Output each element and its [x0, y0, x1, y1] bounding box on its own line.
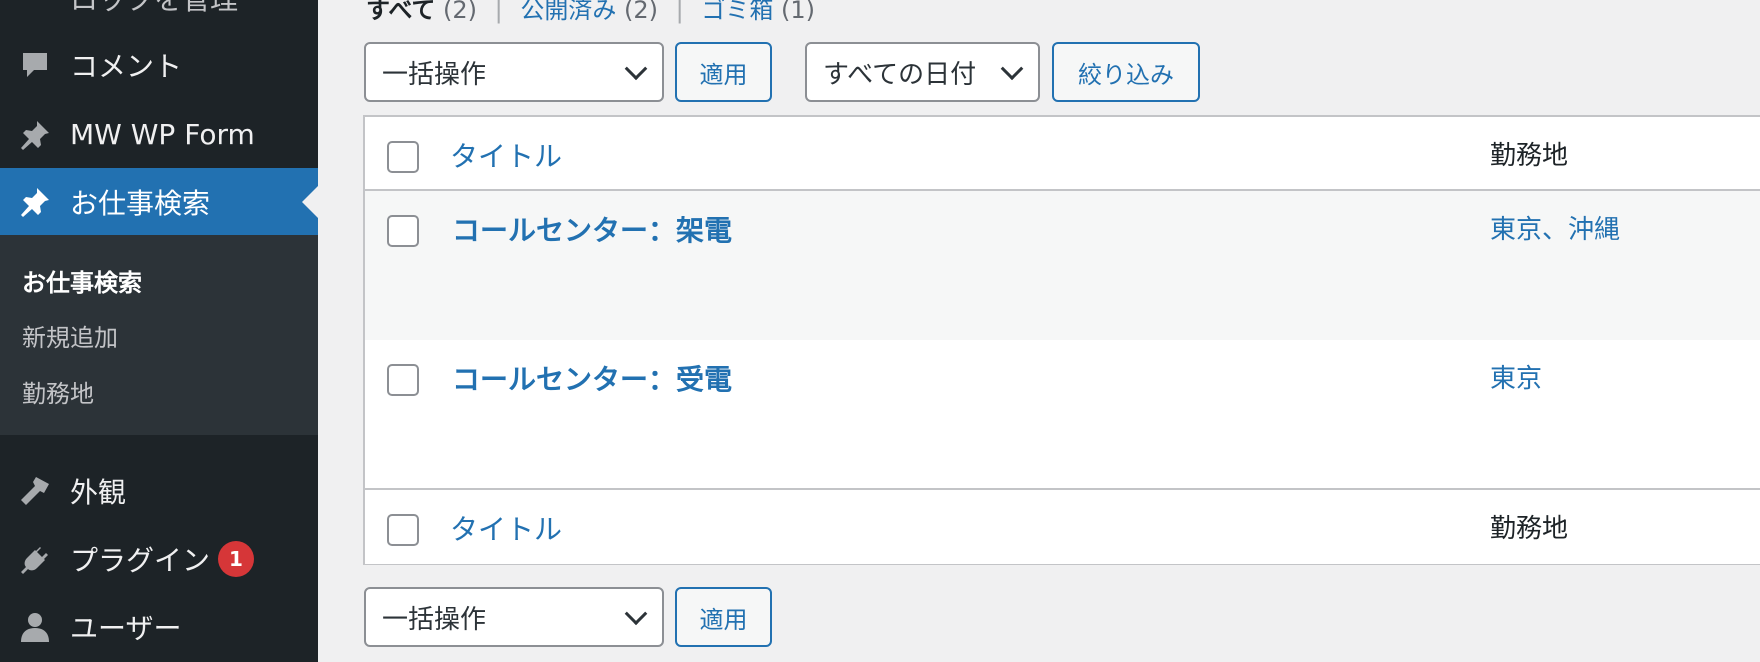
paintbrush-icon [21, 476, 49, 505]
table-row: コールセンター：架電 東京、沖縄 [365, 191, 1760, 340]
bulk-action-select-bottom[interactable]: 一括操作 [364, 587, 664, 647]
submenu: お仕事検索 新規追加 勤務地 [0, 235, 318, 435]
menu-item-label: ロックを管理 [70, 0, 238, 18]
date-filter-select[interactable]: すべての日付 [805, 42, 1040, 102]
submenu-item-add-new[interactable]: 新規追加 [22, 318, 118, 353]
pin-icon [21, 187, 49, 217]
row-title-link[interactable]: コールセンター：架電 [452, 209, 732, 249]
location-link[interactable]: 東京 [1490, 215, 1542, 245]
chevron-down-icon [1000, 57, 1024, 81]
user-icon [21, 612, 49, 642]
main-content: すべて (2) | 公開済み (2) | ゴミ箱 (1) 一括操作 適用 すべて… [318, 0, 1760, 662]
view-all[interactable]: すべて [366, 0, 435, 24]
pin-icon [21, 120, 49, 150]
view-trash-count: (1) [781, 0, 816, 24]
row-title-link[interactable]: コールセンター：受電 [452, 358, 732, 398]
menu-item-job-search[interactable]: お仕事検索 [0, 168, 318, 235]
table-header: タイトル 勤務地 [365, 117, 1760, 191]
column-footer-title[interactable]: タイトル [450, 508, 562, 548]
table-row: コールセンター：受電 東京 [365, 340, 1760, 490]
view-separator: | [675, 0, 684, 24]
location-separator: 、 [1542, 215, 1569, 245]
bulk-action-select[interactable]: 一括操作 [364, 42, 664, 102]
menu-item-label: プラグイン [70, 543, 211, 577]
bulk-action-value: 一括操作 [382, 604, 487, 635]
location-cell: 東京、沖縄 [1490, 209, 1620, 246]
menu-item-label: MW WP Form [70, 118, 255, 151]
column-header-location: 勤務地 [1490, 141, 1569, 171]
select-all-checkbox[interactable] [387, 141, 419, 173]
column-footer-location: 勤務地 [1490, 514, 1569, 544]
row-checkbox[interactable] [387, 215, 419, 247]
menu-item-manage-locks[interactable]: ロックを管理 [0, 0, 318, 18]
view-published-count: (2) [624, 0, 659, 24]
comment-icon [23, 52, 47, 77]
status-views: すべて (2) | 公開済み (2) | ゴミ箱 (1) [366, 0, 815, 25]
menu-item-users[interactable]: ユーザー [0, 593, 318, 660]
chevron-down-icon [624, 57, 648, 81]
submenu-item-job-search[interactable]: お仕事検索 [22, 263, 142, 298]
view-trash[interactable]: ゴミ箱 [701, 0, 773, 24]
row-checkbox[interactable] [387, 364, 419, 396]
table-footer: タイトル 勤務地 [365, 490, 1760, 564]
chevron-down-icon [624, 602, 648, 626]
bulk-action-value: 一括操作 [382, 59, 487, 90]
location-link[interactable]: 沖縄 [1568, 215, 1620, 245]
date-filter-value: すべての日付 [823, 59, 977, 90]
view-separator: | [494, 0, 503, 24]
menu-item-label: ユーザー [70, 611, 182, 645]
location-link[interactable]: 東京 [1490, 364, 1542, 394]
filter-button[interactable]: 絞り込み [1052, 42, 1200, 102]
plugin-icon [21, 545, 48, 574]
location-cell: 東京 [1490, 358, 1542, 395]
menu-item-appearance[interactable]: 外観 [0, 457, 318, 524]
view-all-count: (2) [443, 0, 478, 24]
menu-item-comments[interactable]: コメント [0, 31, 318, 98]
menu-item-label: お仕事検索 [70, 186, 211, 220]
menu-item-label: 外観 [70, 475, 127, 509]
select-all-checkbox[interactable] [387, 514, 419, 546]
menu-item-label: コメント [70, 49, 183, 83]
posts-table: タイトル 勤務地 コールセンター：架電 東京、沖縄 コールセンター：受電 東京 … [363, 115, 1760, 565]
view-published[interactable]: 公開済み [520, 0, 616, 24]
apply-button[interactable]: 適用 [675, 42, 772, 102]
apply-button-bottom[interactable]: 適用 [675, 587, 772, 647]
menu-item-plugins[interactable]: プラグイン 1 [0, 525, 318, 592]
menu-item-mw-wp-form[interactable]: MW WP Form [0, 101, 318, 168]
update-count-badge: 1 [218, 540, 254, 577]
column-header-title[interactable]: タイトル [450, 135, 562, 175]
admin-sidebar: ロックを管理 コメント MW WP Form お仕事検索 お仕事検索 新規追加 … [0, 0, 318, 662]
submenu-item-work-location[interactable]: 勤務地 [22, 374, 94, 409]
